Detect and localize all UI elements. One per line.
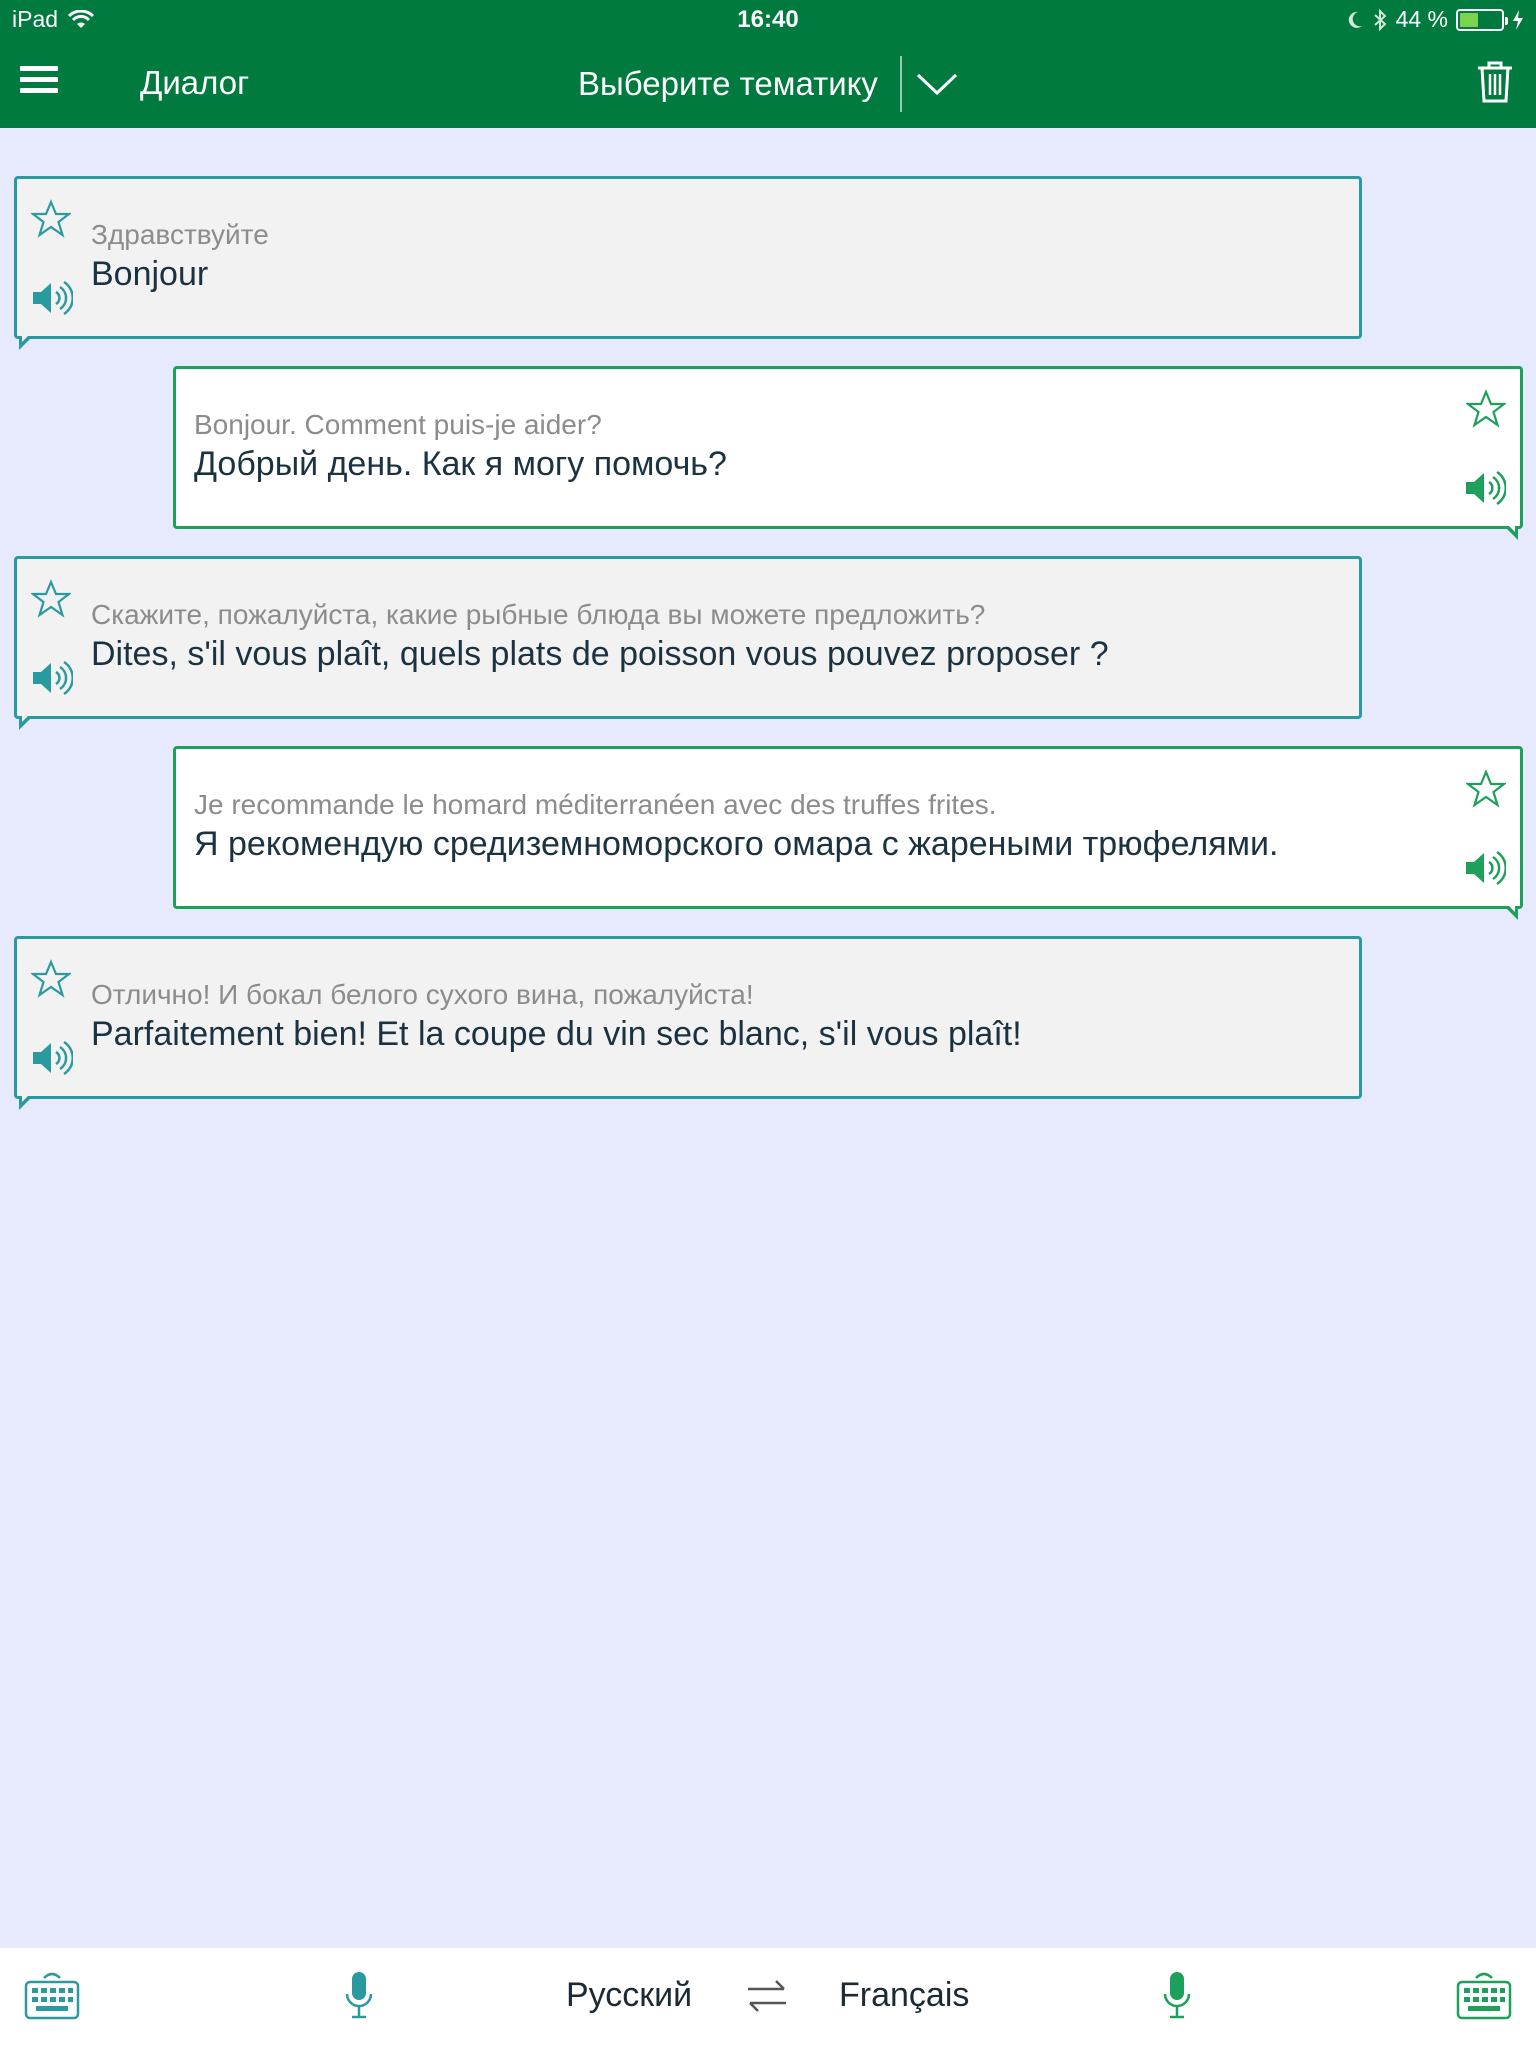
battery-icon [1456,8,1508,31]
source-language-button[interactable]: Русский [566,1976,692,2015]
bubble-tail [1504,522,1518,540]
keyboard-icon[interactable] [1456,1970,1512,2020]
menu-button[interactable] [20,66,58,98]
star-outline-icon[interactable] [1466,389,1506,429]
charging-icon [1513,9,1523,30]
translation-text: Bonjour [91,255,209,293]
status-bar: iPad 16:40 44 % [0,0,1536,40]
translation-text: Добрый день. Как я могу помочь? [194,445,727,483]
trash-icon [1478,61,1512,103]
star-outline-icon[interactable] [1466,769,1506,809]
message-bubble-right[interactable]: Je recommande le homard méditerranéen av… [173,746,1523,920]
conversation-list: Здравствуйте Bonjour Bonjour. Comment pu… [0,128,1536,1948]
nav-bar: Диалог Выберите тематику [0,40,1536,128]
swap-arrows-icon[interactable] [744,1978,790,2014]
source-text: Отлично! И бокал белого сухого вина, пож… [91,979,754,1010]
target-language-button[interactable]: Français [839,1976,969,2015]
speaker-icon[interactable] [31,279,73,317]
translation-text: Dites, s'il vous plaît, quels plats de p… [91,635,1109,673]
source-text: Здравствуйте [91,219,269,250]
topic-label: Выберите тематику [578,65,878,102]
source-text: Скажите, пожалуйста, какие рыбные блюда … [91,599,986,630]
source-text: Bonjour. Comment puis-je aider? [194,409,602,440]
star-outline-icon[interactable] [31,199,71,239]
bottom-toolbar: Русский Français [0,1948,1536,2048]
bubble-tail [19,332,33,350]
translation-text: Я рекомендую средиземноморского омара с … [194,825,1279,863]
hamburger-icon [20,66,58,71]
microphone-icon[interactable] [344,1970,374,2022]
bluetooth-icon [1373,8,1387,31]
source-text: Je recommande le homard méditerranéen av… [194,789,997,820]
clear-conversation-button[interactable] [1476,60,1514,109]
battery-level [1460,12,1478,27]
battery-percent: 44 % [1395,6,1448,32]
bubble-tail [19,712,33,730]
chevron-down-icon [916,73,957,96]
microphone-icon[interactable] [1162,1970,1192,2022]
message-bubble-left[interactable]: Отлично! И бокал белого сухого вина, пож… [14,936,1362,1110]
keyboard-icon[interactable] [24,1970,80,2020]
message-bubble-left[interactable]: Скажите, пожалуйста, какие рыбные блюда … [14,556,1362,730]
speaker-icon[interactable] [31,659,73,697]
star-outline-icon[interactable] [31,959,71,999]
star-outline-icon[interactable] [31,579,71,619]
speaker-icon[interactable] [1464,849,1506,887]
message-bubble-right[interactable]: Bonjour. Comment puis-je aider? Добрый д… [173,366,1523,540]
topic-divider [899,56,902,112]
status-time: 16:40 [737,6,799,33]
topic-selector[interactable]: Выберите тематику [578,56,958,112]
message-bubble-left[interactable]: Здравствуйте Bonjour [14,176,1362,350]
bubble-tail [19,1092,33,1110]
translation-text: Parfaitement bien! Et la coupe du vin se… [91,1015,1022,1053]
speaker-icon[interactable] [1464,469,1506,507]
speaker-icon[interactable] [31,1039,73,1077]
app-header: iPad 16:40 44 % Диалог Выберите тематику [0,0,1536,128]
bubble-tail [1504,902,1518,920]
page-title: Диалог [140,64,250,101]
moon-icon [1348,11,1362,28]
